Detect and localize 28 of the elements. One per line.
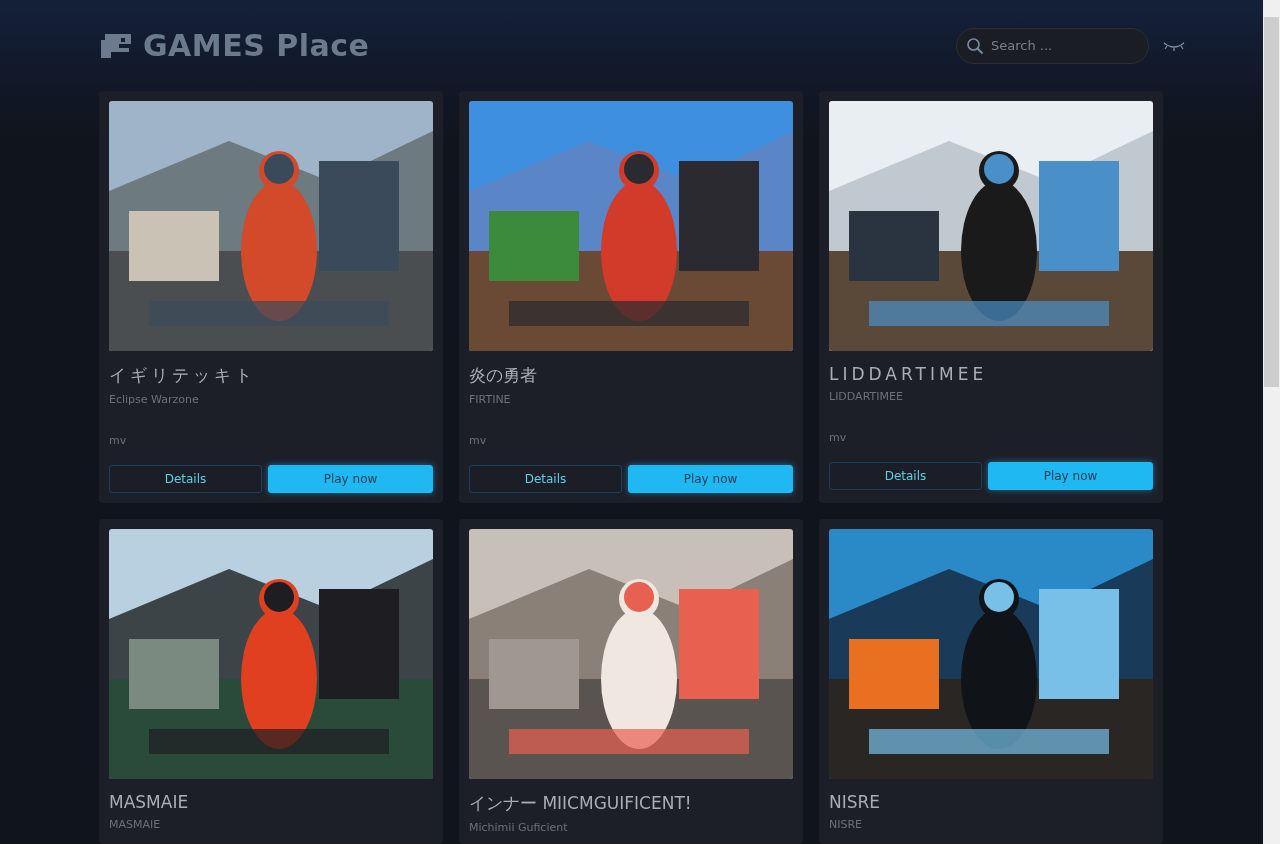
game-subtitle: FIRTINE — [469, 393, 512, 406]
game-title: MASMAIE — [109, 792, 190, 812]
scrollbar-thumb[interactable] — [1264, 17, 1279, 387]
game-tag: mv — [469, 434, 793, 447]
game-tag: mv — [109, 434, 433, 447]
play-button[interactable]: Play now — [628, 465, 793, 493]
site-title: GAMES Place — [143, 28, 370, 63]
game-subtitle: NISRE — [829, 818, 864, 831]
play-button[interactable]: Play now — [988, 462, 1153, 490]
game-tag: mv — [829, 431, 1153, 444]
game-subtitle: MASMAIE — [109, 818, 162, 831]
details-button[interactable]: Details — [469, 465, 622, 493]
game-subtitle: LIDDARTIMEE — [829, 390, 904, 403]
game-title: 炎の勇者 — [469, 364, 538, 387]
dinosaur-logo-icon — [99, 31, 133, 60]
game-title: インナー MIICMGUIFICENT! — [469, 792, 693, 815]
game-title: NISRE — [829, 792, 882, 812]
scrollbar[interactable] — [1263, 0, 1280, 844]
search-icon — [966, 36, 984, 55]
game-title: イギリテッキト — [109, 364, 257, 387]
game-subtitle: Eclipse Warzone — [109, 393, 200, 406]
game-subtitle: Michimii Guficient — [469, 821, 569, 834]
game-title: LIDDARTIMEE — [829, 364, 989, 384]
play-button[interactable]: Play now — [268, 465, 433, 493]
details-button[interactable]: Details — [829, 462, 982, 490]
closed-eye-icon[interactable] — [1163, 40, 1185, 51]
search-field[interactable]: Search ... — [956, 27, 1149, 64]
details-button[interactable]: Details — [109, 465, 262, 493]
